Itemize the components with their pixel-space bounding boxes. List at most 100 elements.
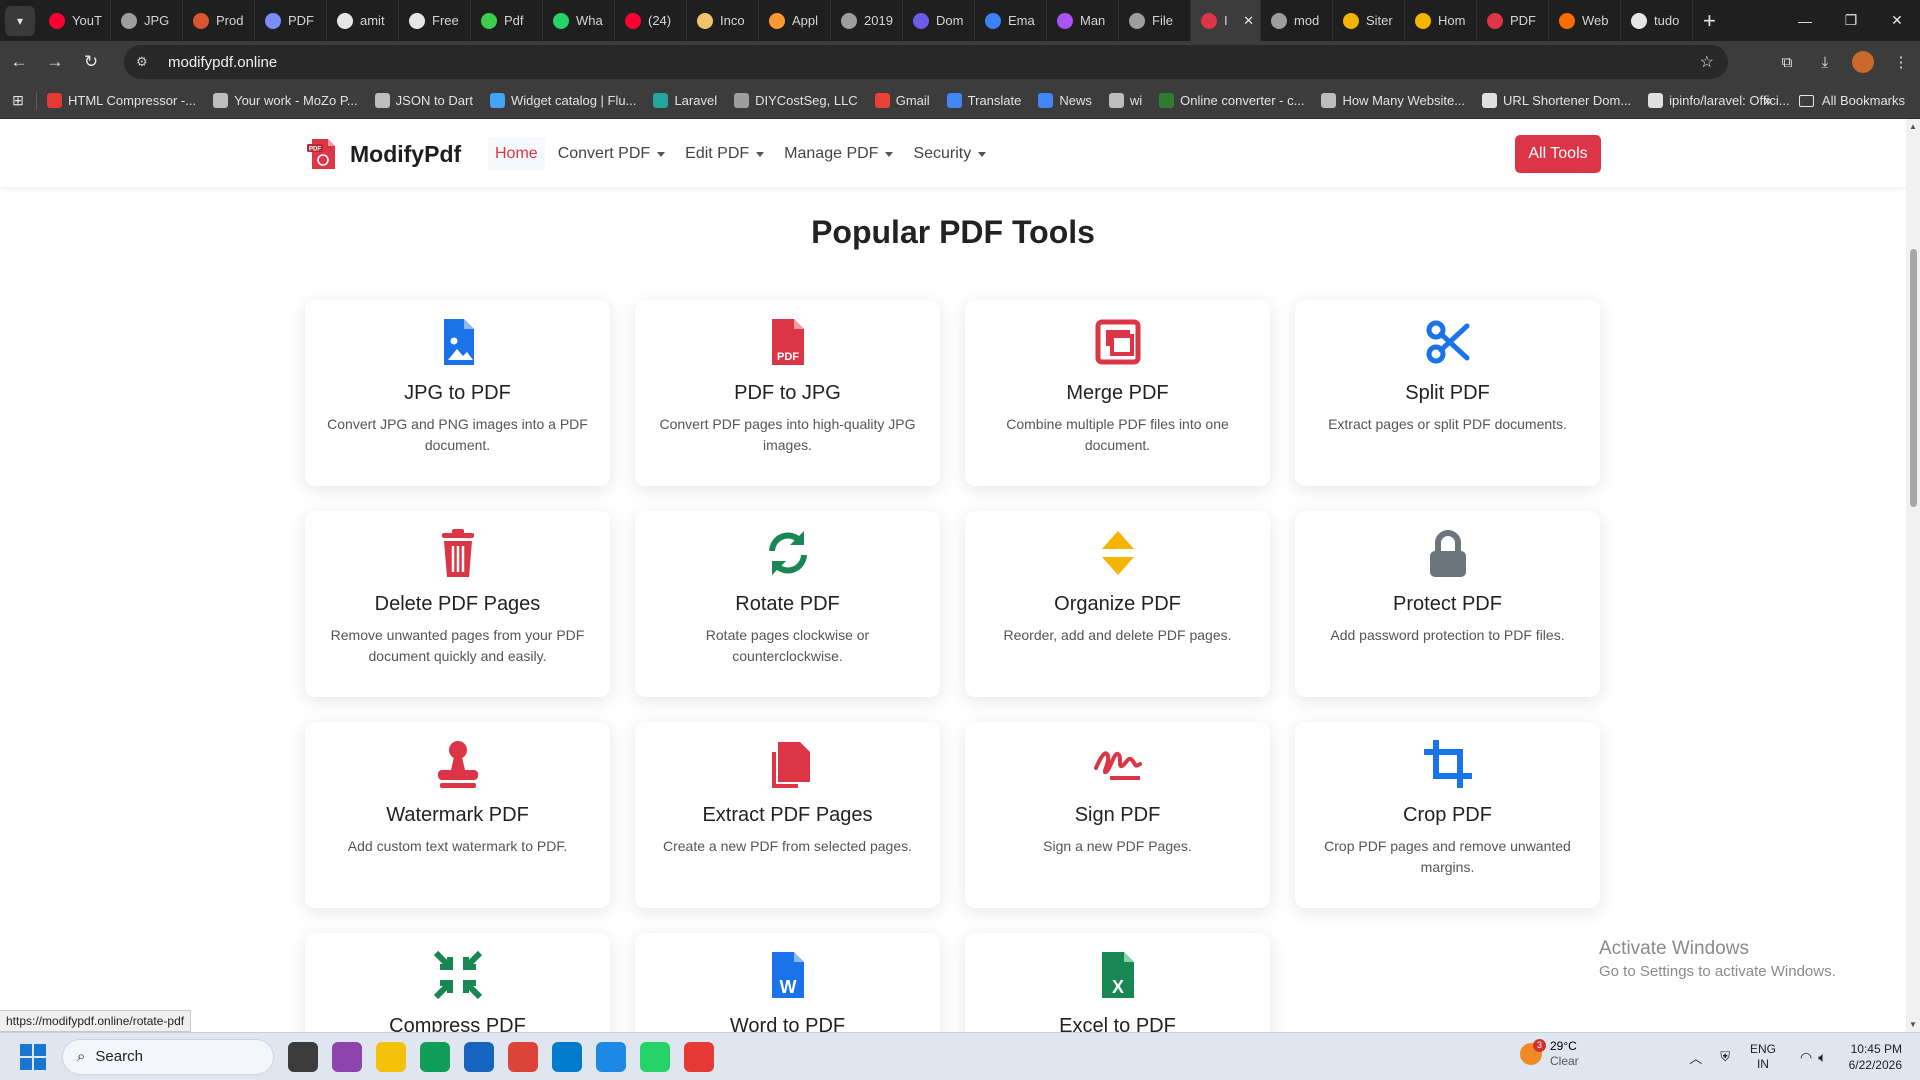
reload-icon[interactable]: ↻ [74,45,108,79]
taskbar-app-icon[interactable] [332,1041,362,1072]
browser-tab[interactable]: Pdf [471,0,543,41]
nav-manage-pdf[interactable]: Manage PDF [777,137,900,171]
tool-card-protect-pdf[interactable]: Protect PDF Add password protection to PD… [1295,511,1600,697]
restore-icon[interactable]: ❐ [1828,0,1874,41]
browser-tab[interactable]: JPG [111,0,183,41]
tool-card-split-pdf[interactable]: Split PDF Extract pages or split PDF docu… [1295,300,1600,486]
bookmark-item[interactable]: DIYCostSeg, LLC [734,93,858,108]
clock[interactable]: 10:45 PM 6/22/2026 [1849,1041,1902,1073]
browser-tab[interactable]: tudo [1621,0,1693,41]
scroll-up-icon[interactable]: ▲ [1909,122,1917,131]
taskbar-app-icon[interactable] [464,1041,494,1072]
back-icon[interactable]: ← [2,45,36,79]
tool-card-sign-pdf[interactable]: Sign PDF Sign a new PDF Pages. [965,722,1270,908]
tool-card-rotate-pdf[interactable]: Rotate PDF Rotate pages clockwise or coun… [635,511,940,697]
bookmark-item[interactable]: wi [1108,93,1142,108]
browser-tab[interactable]: Free [399,0,471,41]
taskbar-app-icon[interactable] [684,1041,714,1072]
browser-tab[interactable]: amit [327,0,399,41]
apps-grid-icon[interactable]: ⊞ [0,92,36,109]
bookmark-item[interactable]: Your work - MoZo P... [213,93,358,108]
bookmark-item[interactable]: Online converter - c... [1159,93,1304,108]
browser-tab[interactable]: Dom [903,0,975,41]
weather-widget[interactable]: 3 29°C Clear [1520,1039,1579,1069]
security-tray-icon[interactable]: ⛨ [1720,1049,1730,1065]
scroll-down-icon[interactable]: ▼ [1909,1020,1917,1029]
tool-card-watermark-pdf[interactable]: Watermark PDF Add custom text watermark t… [305,722,610,908]
browser-tab[interactable]: Inco [687,0,759,41]
browser-tab[interactable]: (24) [615,0,687,41]
taskbar-search[interactable]: ⌕ Search [62,1038,274,1075]
browser-tab[interactable]: I ✕ [1191,0,1261,41]
bookmark-item[interactable]: Laravel [653,93,717,108]
tool-card-extract-pdf-pages[interactable]: Extract PDF Pages Create a new PDF from s… [635,722,940,908]
tool-card-pdf-to-jpg[interactable]: PDF PDF to JPG Convert PDF pages into high… [635,300,940,486]
tool-card-word-to-pdf[interactable]: W Word to PDF [635,933,940,1032]
tool-card-excel-to-pdf[interactable]: X Excel to PDF [965,933,1270,1032]
taskbar-app-icon[interactable] [288,1041,318,1072]
taskbar-app-icon[interactable] [552,1041,582,1072]
taskbar-app-icon[interactable] [508,1041,538,1072]
bookmark-item[interactable]: HTML Compressor -... [47,93,196,108]
browser-tab[interactable]: YouT [39,0,111,41]
address-text[interactable]: modifypdf.online [168,54,277,71]
bookmark-star-icon[interactable]: ☆ [1700,52,1714,72]
new-tab-button[interactable]: + [1703,8,1716,34]
bookmark-item[interactable]: URL Shortener Dom... [1482,93,1631,108]
tool-card-compress-pdf[interactable]: Compress PDF [305,933,610,1032]
nav-home[interactable]: Home [488,137,545,171]
browser-tab[interactable]: Wha [543,0,615,41]
bookmark-item[interactable]: Translate [946,93,1021,108]
browser-tab[interactable]: Appl [759,0,831,41]
close-tab-icon[interactable]: ✕ [1243,13,1254,29]
tool-card-delete-pdf-pages[interactable]: Delete PDF Pages Remove unwanted pages fr… [305,511,610,697]
taskbar-app-icon[interactable] [376,1041,406,1072]
wifi-icon[interactable]: ◠ [1800,1049,1812,1066]
close-window-icon[interactable]: ✕ [1874,0,1920,41]
browser-tab[interactable]: PDF [1477,0,1549,41]
taskbar-app-icon[interactable] [596,1041,626,1072]
scrollbar-thumb[interactable] [1910,249,1917,507]
more-bookmarks-icon[interactable]: » [1764,92,1772,109]
taskbar-app-icon[interactable] [640,1041,670,1072]
bookmark-item[interactable]: How Many Website... [1321,93,1465,108]
tool-card-merge-pdf[interactable]: Merge PDF Combine multiple PDF files into… [965,300,1270,486]
tool-card-jpg-to-pdf[interactable]: JPG to PDF Convert JPG and PNG images int… [305,300,610,486]
site-info-icon[interactable]: ⚙ [136,54,158,70]
minimize-icon[interactable]: — [1782,0,1828,41]
all-tools-button[interactable]: All Tools [1515,135,1601,173]
browser-tab[interactable]: mod [1261,0,1333,41]
download-icon[interactable]: ⤓ [1806,45,1844,79]
volume-icon[interactable]: 🔈︎ [1818,1049,1826,1066]
browser-tab[interactable]: Siter [1333,0,1405,41]
browser-tab[interactable]: 2019 [831,0,903,41]
browser-tab[interactable]: Prod [183,0,255,41]
taskbar-app-icon[interactable] [420,1041,450,1072]
browser-tab[interactable]: Man [1047,0,1119,41]
chevron-up-icon[interactable]: ︿ [1689,1048,1702,1067]
tab-search-button[interactable]: ▾ [5,5,35,36]
browser-tab[interactable]: Hom [1405,0,1477,41]
nav-edit-pdf[interactable]: Edit PDF [678,137,771,171]
profile-avatar[interactable] [1844,45,1882,79]
tool-card-organize-pdf[interactable]: Organize PDF Reorder, add and delete PDF … [965,511,1270,697]
bookmark-item[interactable]: Widget catalog | Flu... [489,93,636,108]
brand-link[interactable]: PDF ModifyPdf [306,137,461,171]
browser-tab[interactable]: Web [1549,0,1621,41]
browser-menu-icon[interactable]: ⋮ [1882,45,1920,79]
windows-start-icon[interactable] [20,1043,46,1070]
nav-convert-pdf[interactable]: Convert PDF [551,137,672,171]
browser-tab[interactable]: Ema [975,0,1047,41]
all-bookmarks-button[interactable]: All Bookmarks [1798,93,1905,108]
tool-card-crop-pdf[interactable]: Crop PDF Crop PDF pages and remove unwant… [1295,722,1600,908]
bookmark-item[interactable]: JSON to Dart [374,93,473,108]
address-bar[interactable]: ⚙ modifypdf.online ☆ [124,45,1728,79]
bookmark-item[interactable]: News [1038,93,1092,108]
browser-tab[interactable]: File [1119,0,1191,41]
forward-icon[interactable]: → [38,45,72,79]
page-scrollbar[interactable]: ▲ ▼ [1906,119,1920,1032]
extensions-icon[interactable]: ⧉ [1768,45,1806,79]
browser-tab[interactable]: PDF [255,0,327,41]
nav-security[interactable]: Security [906,137,993,171]
bookmark-item[interactable]: Gmail [874,93,930,108]
